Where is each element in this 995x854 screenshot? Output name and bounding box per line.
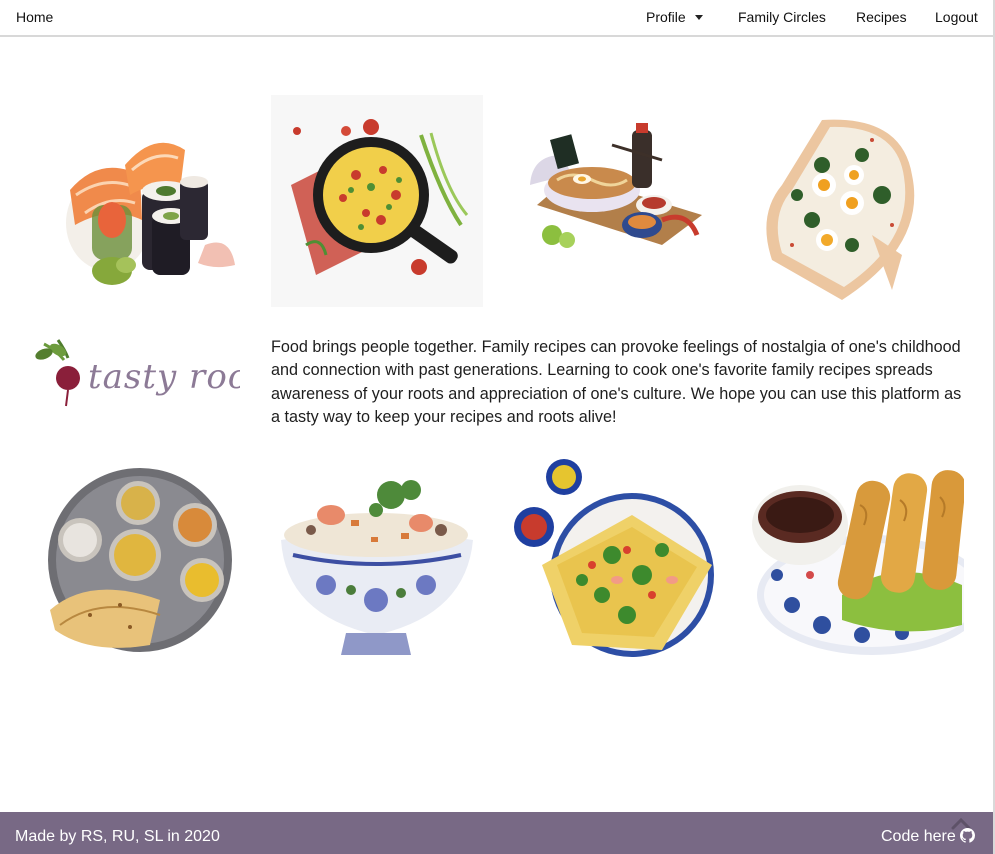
- nav-profile-dropdown[interactable]: Profile: [646, 9, 703, 25]
- page: Home Profile Family Circles Recipes Logo…: [0, 0, 995, 854]
- github-icon: [959, 828, 975, 843]
- sushi-illustration: [30, 95, 242, 307]
- spring-rolls-tea-illustration: [752, 455, 964, 667]
- ramen-set-illustration: [512, 95, 724, 307]
- nav-family-circles-link[interactable]: Family Circles: [738, 9, 826, 25]
- code-here-label: Code here: [881, 828, 956, 845]
- logo-wordmark: tasty roots: [88, 357, 240, 397]
- tasty-roots-logo: tasty roots: [30, 332, 281, 410]
- footer: Made by RS, RU, SL in 2020 Code here: [0, 812, 993, 854]
- footer-credit: Made by RS, RU, SL in 2020: [15, 828, 220, 845]
- pizza-eggs-illustration: [752, 95, 964, 307]
- skillet-frittata-illustration: [271, 95, 483, 307]
- nav-profile-label: Profile: [646, 9, 686, 25]
- nav-logout-link[interactable]: Logout: [935, 9, 978, 25]
- code-here-link[interactable]: Code here: [881, 828, 975, 846]
- nav-recipes-link[interactable]: Recipes: [856, 9, 907, 25]
- nav-home-link[interactable]: Home: [16, 9, 53, 25]
- fried-rice-bowl-illustration: [271, 455, 483, 667]
- top-navbar: Home Profile Family Circles Recipes Logo…: [0, 0, 993, 37]
- banh-xeo-illustration: [512, 455, 724, 667]
- thali-platter-illustration: [30, 455, 242, 667]
- caret-down-icon: [694, 15, 703, 20]
- about-paragraph: Food brings people together. Family reci…: [271, 338, 962, 426]
